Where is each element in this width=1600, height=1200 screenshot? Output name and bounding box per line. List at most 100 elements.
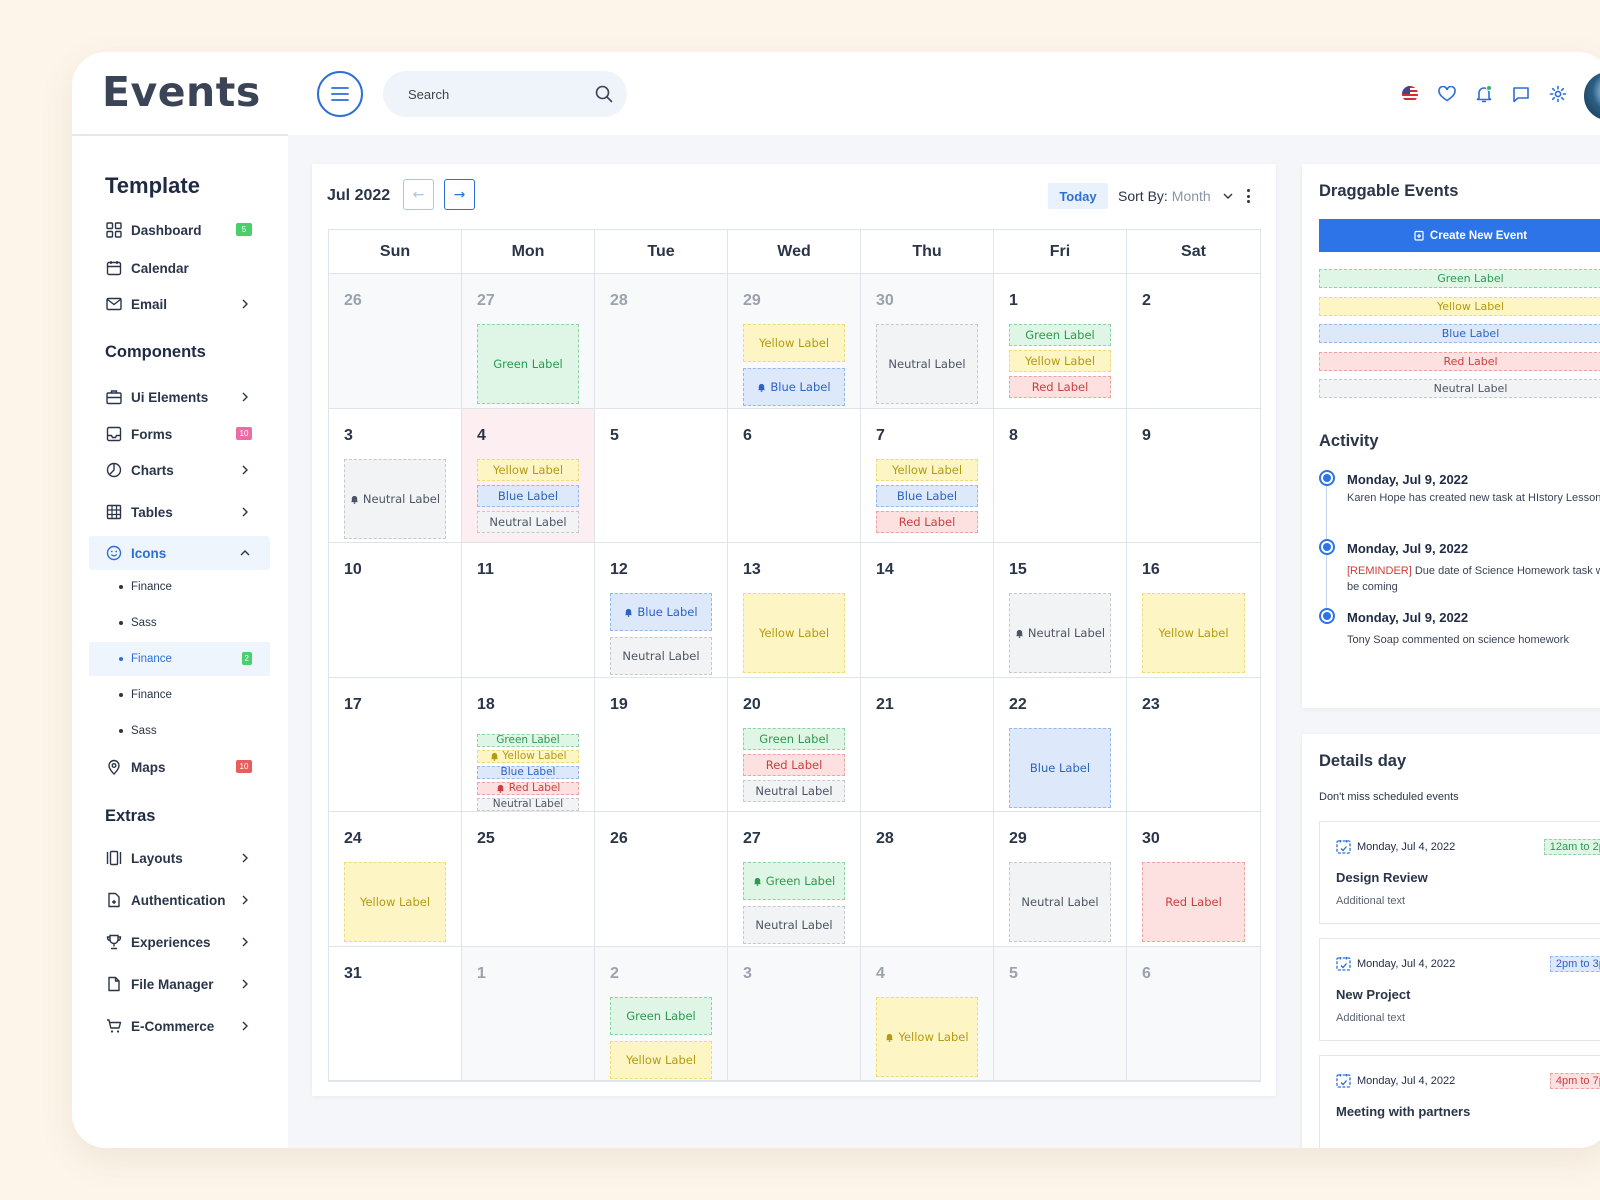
- calendar-day-cell[interactable]: 21: [861, 677, 994, 812]
- event-label-neutral[interactable]: Neutral Label: [876, 324, 978, 404]
- event-label-green[interactable]: Green Label: [743, 862, 845, 900]
- heart-icon[interactable]: [1436, 83, 1458, 105]
- calendar-day-cell[interactable]: 31: [329, 946, 462, 1081]
- sidebar-subitem-sass[interactable]: Sass: [89, 606, 270, 640]
- event-label-yellow[interactable]: Yellow Label: [477, 749, 579, 763]
- chat-icon[interactable]: [1510, 83, 1532, 105]
- event-label-yellow[interactable]: Yellow Label: [876, 458, 978, 481]
- event-label-neutral[interactable]: Neutral Label: [1009, 862, 1111, 942]
- detail-event-card[interactable]: Monday, Jul 4, 2022 12am to 2pm Design Rev…: [1319, 821, 1600, 924]
- event-label-yellow[interactable]: Yellow Label: [743, 593, 845, 673]
- event-label-yellow[interactable]: Yellow Label: [743, 324, 845, 362]
- calendar-day-cell[interactable]: 10: [329, 543, 462, 678]
- event-label-yellow[interactable]: Yellow Label: [610, 1040, 712, 1079]
- notification-bell-icon[interactable]: [1473, 83, 1495, 105]
- calendar-day-cell[interactable]: 25: [462, 812, 595, 947]
- calendar-day-cell[interactable]: 12 Blue Label Neutral Label: [595, 543, 728, 678]
- sidebar-item-calendar[interactable]: Calendar: [89, 251, 270, 285]
- sidebar-subitem-finance[interactable]: Finance: [89, 678, 270, 712]
- calendar-day-cell[interactable]: 24 Yellow Label: [329, 812, 462, 947]
- calendar-day-cell[interactable]: 27 Green Label: [462, 274, 595, 409]
- calendar-day-cell[interactable]: 4 Yellow Label Blue Label Neutral Label: [462, 408, 595, 543]
- today-button[interactable]: Today: [1048, 183, 1108, 209]
- sidebar-item-e-commerce[interactable]: E-Commerce: [89, 1009, 270, 1043]
- event-label-blue[interactable]: Blue Label: [876, 484, 978, 507]
- calendar-day-cell[interactable]: 5: [595, 408, 728, 543]
- calendar-day-cell[interactable]: 27 Green Label Neutral Label: [728, 812, 861, 947]
- sidebar-item-tables[interactable]: Tables: [89, 495, 270, 529]
- event-label-neutral[interactable]: Neutral Label: [344, 458, 446, 539]
- event-label-neutral[interactable]: Neutral Label: [610, 637, 712, 675]
- calendar-day-cell[interactable]: 15 Neutral Label: [994, 543, 1127, 678]
- search-icon[interactable]: [595, 85, 613, 103]
- calendar-day-cell[interactable]: 1 Green Label Yellow Label Red Label: [994, 274, 1127, 409]
- calendar-day-cell[interactable]: 29 Neutral Label: [994, 812, 1127, 947]
- next-month-button[interactable]: →: [444, 179, 475, 210]
- sidebar-subitem-finance[interactable]: Finance: [89, 570, 270, 604]
- draggable-label-green[interactable]: Green Label: [1319, 269, 1600, 288]
- detail-event-card[interactable]: Monday, Jul 4, 2022 2pm to 3pm New Project…: [1319, 938, 1600, 1041]
- event-label-yellow[interactable]: Yellow Label: [876, 996, 978, 1077]
- sidebar-item-dashboard[interactable]: Dashboard 5: [89, 213, 270, 247]
- draggable-label-yellow[interactable]: Yellow Label: [1319, 296, 1600, 316]
- sidebar-item-experiences[interactable]: Experiences: [89, 925, 270, 959]
- calendar-day-cell[interactable]: 28: [595, 274, 728, 409]
- event-label-yellow[interactable]: Yellow Label: [1142, 593, 1245, 673]
- prev-month-button[interactable]: ←: [403, 179, 434, 210]
- sidebar-subitem-sass[interactable]: Sass: [89, 714, 270, 748]
- sidebar-item-file-manager[interactable]: File Manager: [89, 967, 270, 1001]
- draggable-label-red[interactable]: Red Label: [1319, 351, 1600, 371]
- user-avatar[interactable]: [1582, 70, 1600, 122]
- calendar-day-cell[interactable]: 30 Neutral Label: [861, 274, 994, 409]
- event-label-green[interactable]: Green Label: [610, 996, 712, 1035]
- event-label-red[interactable]: Red Label: [1142, 862, 1245, 942]
- event-label-blue[interactable]: Blue Label: [477, 484, 579, 507]
- calendar-day-cell[interactable]: 8: [994, 408, 1127, 543]
- calendar-day-cell[interactable]: 17: [329, 677, 462, 812]
- calendar-day-cell[interactable]: 26: [329, 274, 462, 409]
- calendar-day-cell[interactable]: 2: [1127, 274, 1260, 409]
- event-label-blue[interactable]: Blue Label: [743, 368, 845, 406]
- calendar-day-cell[interactable]: 3: [728, 946, 861, 1081]
- sidebar-item-charts[interactable]: Charts: [89, 453, 270, 487]
- calendar-day-cell[interactable]: 2 Green Label Yellow Label: [595, 946, 728, 1081]
- calendar-day-cell[interactable]: 9: [1127, 409, 1260, 543]
- calendar-day-cell[interactable]: 18 Green Label Yellow Label Blue Label Red L…: [462, 677, 595, 812]
- sidebar-item-forms[interactable]: Forms 10: [89, 417, 270, 451]
- sidebar-item-ui-elements[interactable]: Ui Elements: [89, 380, 270, 414]
- calendar-day-cell[interactable]: 3 Neutral Label: [329, 408, 462, 543]
- menu-toggle-button[interactable]: [317, 71, 363, 117]
- sidebar-item-layouts[interactable]: Layouts: [89, 841, 270, 875]
- sidebar-item-icons[interactable]: Icons: [89, 536, 270, 570]
- sidebar-item-maps[interactable]: Maps 10: [89, 750, 270, 784]
- calendar-day-cell[interactable]: 1: [462, 946, 595, 1081]
- event-label-blue[interactable]: Blue Label: [477, 765, 579, 779]
- draggable-label-neutral[interactable]: Neutral Label: [1319, 379, 1600, 398]
- search-input[interactable]: [408, 86, 595, 102]
- calendar-day-cell[interactable]: 11: [462, 543, 595, 678]
- event-label-neutral[interactable]: Neutral Label: [477, 797, 579, 811]
- calendar-day-cell[interactable]: 6: [1127, 946, 1260, 1081]
- event-label-neutral[interactable]: Neutral Label: [743, 779, 845, 802]
- event-label-yellow[interactable]: Yellow Label: [477, 458, 579, 481]
- settings-gear-icon[interactable]: [1547, 83, 1569, 105]
- event-label-neutral[interactable]: Neutral Label: [1009, 593, 1111, 673]
- calendar-day-cell[interactable]: 7 Yellow Label Blue Label Red Label: [861, 408, 994, 543]
- draggable-label-blue[interactable]: Blue Label: [1319, 324, 1600, 343]
- calendar-day-cell[interactable]: 22 Blue Label: [994, 677, 1127, 812]
- event-label-yellow[interactable]: Yellow Label: [1009, 350, 1111, 372]
- sidebar-item-authentication[interactable]: Authentication: [89, 883, 270, 917]
- sidebar-subitem-finance-active[interactable]: Finance 2: [89, 642, 270, 676]
- event-label-green[interactable]: Green Label: [477, 733, 579, 747]
- sort-by-dropdown[interactable]: Sort By: Month: [1118, 188, 1235, 204]
- event-label-blue[interactable]: Blue Label: [1009, 727, 1111, 808]
- calendar-day-cell[interactable]: 28: [861, 812, 994, 947]
- calendar-day-cell[interactable]: 19: [595, 677, 728, 812]
- event-label-red[interactable]: Red Label: [1009, 376, 1111, 398]
- create-new-event-button[interactable]: Create New Event: [1319, 219, 1600, 252]
- calendar-day-cell[interactable]: 14: [861, 543, 994, 678]
- calendar-day-cell[interactable]: 4 Yellow Label: [861, 946, 994, 1081]
- calendar-day-cell[interactable]: 29 Yellow Label Blue Label: [728, 274, 861, 409]
- calendar-day-cell[interactable]: 23: [1127, 678, 1260, 812]
- event-label-red[interactable]: Red Label: [477, 781, 579, 795]
